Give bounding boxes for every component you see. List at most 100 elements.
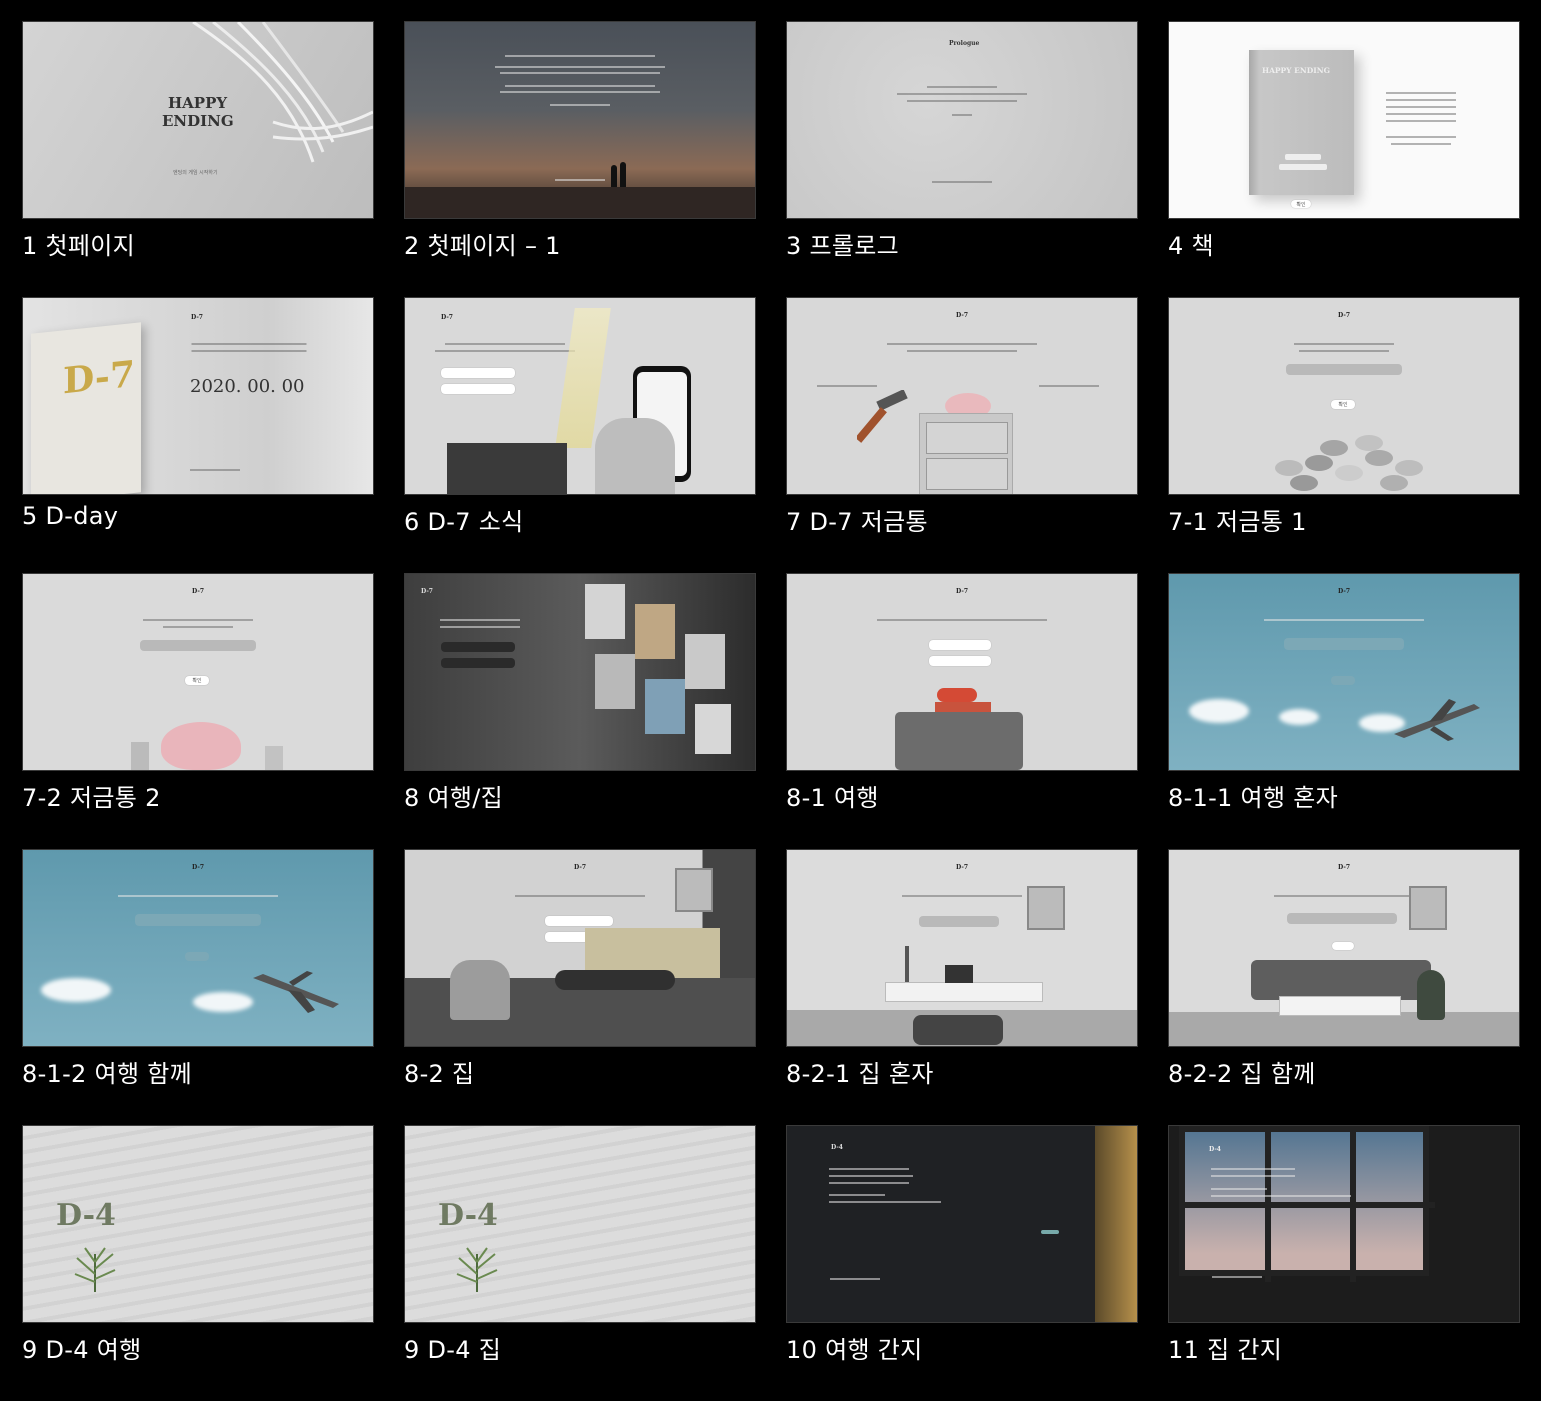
slide-thumbnail[interactable]: D-4 <box>22 1125 374 1323</box>
slide-thumbnail[interactable]: D-7 <box>1168 573 1520 771</box>
book-cover: HAPPY ENDING <box>1249 50 1354 195</box>
slide-card[interactable]: Prologue 3 프롤로그 <box>786 21 1138 297</box>
slide-card[interactable]: D-4 9 D-4 여행 <box>22 1125 374 1401</box>
confirm-button[interactable] <box>1332 942 1354 950</box>
confirm-button[interactable]: 확인 <box>185 676 209 685</box>
slide-card[interactable]: HAPPY ENDING 엔딩의 게임 시작하기 1 첫페이지 <box>22 21 374 297</box>
cloud <box>1189 699 1249 723</box>
text-line <box>191 350 307 352</box>
text-line <box>897 93 1027 95</box>
screen-title: D-7 <box>956 864 968 871</box>
slide-thumbnail[interactable]: D-7 <box>786 849 1138 1047</box>
start-game-link[interactable]: 엔딩의 게임 시작하기 <box>173 169 218 176</box>
choice-button[interactable] <box>545 916 613 926</box>
text-line <box>118 895 278 897</box>
slide-thumbnail[interactable]: D-4 <box>1168 1125 1520 1323</box>
slide-card[interactable]: D-7 확인 7-2 저금통 2 <box>22 573 374 849</box>
choice-button[interactable] <box>441 368 515 378</box>
slide-caption: 3 프롤로그 <box>786 232 900 260</box>
slide-caption: 5 D-day <box>22 502 119 530</box>
slide-thumbnail[interactable]: D-7 확인 <box>1168 297 1520 495</box>
slide-thumbnail[interactable]: D-7 <box>404 849 756 1047</box>
coffee-table <box>555 970 675 990</box>
choice-button[interactable] <box>929 656 991 666</box>
confirm-button[interactable]: 확인 <box>1331 400 1355 409</box>
slide-thumbnail[interactable]: D-7 <box>786 573 1138 771</box>
prologue-heading: Prologue <box>949 40 980 47</box>
slide-caption: 8-1 여행 <box>786 784 879 812</box>
slide-thumbnail[interactable]: D-7 <box>22 849 374 1047</box>
answer-input[interactable] <box>1287 913 1397 924</box>
slide-card[interactable]: D-7 D-7 2020. 00. 00 5 D-day <box>22 297 374 573</box>
slide-thumbnail[interactable]: HAPPY ENDING 엔딩의 게임 시작하기 <box>22 21 374 219</box>
date-display: 2020. 00. 00 <box>190 376 305 397</box>
choice-button[interactable] <box>441 384 515 394</box>
slide-thumbnail[interactable]: HAPPY ENDING 확인 <box>1168 21 1520 219</box>
slide-thumbnail[interactable] <box>404 21 756 219</box>
slide-card[interactable]: 2 첫페이지 – 1 <box>404 21 756 297</box>
slide-card[interactable]: D-7 6 D-7 소식 <box>404 297 756 573</box>
table <box>447 443 567 494</box>
slide-card[interactable]: D-7 8-2-2 집 함께 <box>1168 849 1520 1125</box>
couple-silhouette <box>611 165 617 187</box>
confirm-button[interactable] <box>185 952 209 961</box>
text-line <box>440 619 520 621</box>
screen-title: D-7 <box>1338 312 1350 319</box>
amount-input[interactable] <box>140 640 256 651</box>
answer-input[interactable] <box>135 914 261 926</box>
slide-card[interactable]: D-7 8-1 여행 <box>786 573 1138 849</box>
amount-input[interactable] <box>1286 364 1402 375</box>
confirm-button[interactable] <box>1331 676 1355 685</box>
text-line <box>143 619 253 621</box>
confirm-button[interactable]: 확인 <box>1291 200 1311 208</box>
slide-card[interactable]: D-7 7 D-7 저금통 <box>786 297 1138 573</box>
slide-thumbnail[interactable]: D-7 D-7 2020. 00. 00 <box>22 297 374 495</box>
screen-title: D-7 <box>956 312 968 319</box>
choice-button[interactable] <box>929 640 991 650</box>
coffee-table <box>1279 996 1401 1016</box>
text-line <box>927 86 997 88</box>
choice-button[interactable] <box>441 658 515 668</box>
text-line <box>163 626 233 628</box>
slide-card[interactable]: D-7 8-2-1 집 혼자 <box>786 849 1138 1125</box>
text-line <box>952 114 972 116</box>
slide-thumbnail[interactable]: D-7 <box>404 573 756 771</box>
slide-thumbnail[interactable]: D-7 <box>786 297 1138 495</box>
screen-title: D-7 <box>192 588 204 595</box>
book-stack <box>935 702 991 712</box>
slide-thumbnail[interactable]: Prologue <box>786 21 1138 219</box>
calendar: D-7 <box>31 322 141 494</box>
slide-caption: 8 여행/집 <box>404 784 504 812</box>
text-line <box>1386 136 1456 138</box>
screen-title: D-7 <box>191 314 203 321</box>
slide-card[interactable]: D-7 확인 7-1 저금통 1 <box>1168 297 1520 573</box>
slide-card[interactable]: D-7 8-2 집 <box>404 849 756 1125</box>
slide-card[interactable]: D-7 8-1-2 여행 함께 <box>22 849 374 1125</box>
screen-title: D-7 <box>421 588 433 595</box>
slide-card[interactable]: D-4 9 D-4 집 <box>404 1125 756 1401</box>
screen-title: D-7 <box>192 864 204 871</box>
choice-button[interactable] <box>441 642 515 652</box>
slide-thumbnail[interactable]: D-4 <box>786 1125 1138 1323</box>
slide-card[interactable]: D-7 8-1-1 여행 혼자 <box>1168 573 1520 849</box>
text-line <box>1039 385 1099 387</box>
answer-input[interactable] <box>1284 638 1404 650</box>
answer-input[interactable] <box>919 916 999 927</box>
slide-thumbnail[interactable]: D-7 <box>404 297 756 495</box>
text-line <box>1391 143 1451 145</box>
slide-thumbnail[interactable]: D-7 확인 <box>22 573 374 771</box>
slide-card[interactable]: D-4 11 집 간지 <box>1168 1125 1520 1401</box>
slide-card[interactable]: HAPPY ENDING 확인 4 책 <box>1168 21 1520 297</box>
slide-caption: 8-1-1 여행 혼자 <box>1168 784 1339 812</box>
slide-thumbnail[interactable]: D-7 <box>1168 849 1520 1047</box>
slide-card[interactable]: D-4 10 여행 간지 <box>786 1125 1138 1401</box>
wall-frame <box>1409 886 1447 930</box>
piggy-bank <box>161 722 241 770</box>
name-input[interactable] <box>1285 154 1321 160</box>
slide-card[interactable]: D-7 8 여행/집 <box>404 573 756 849</box>
slide-thumbnail[interactable]: D-4 <box>404 1125 756 1323</box>
text-line <box>1212 1276 1262 1278</box>
slide-caption: 11 집 간지 <box>1168 1336 1283 1364</box>
date-input[interactable] <box>1279 164 1327 170</box>
sunglasses <box>937 688 977 702</box>
